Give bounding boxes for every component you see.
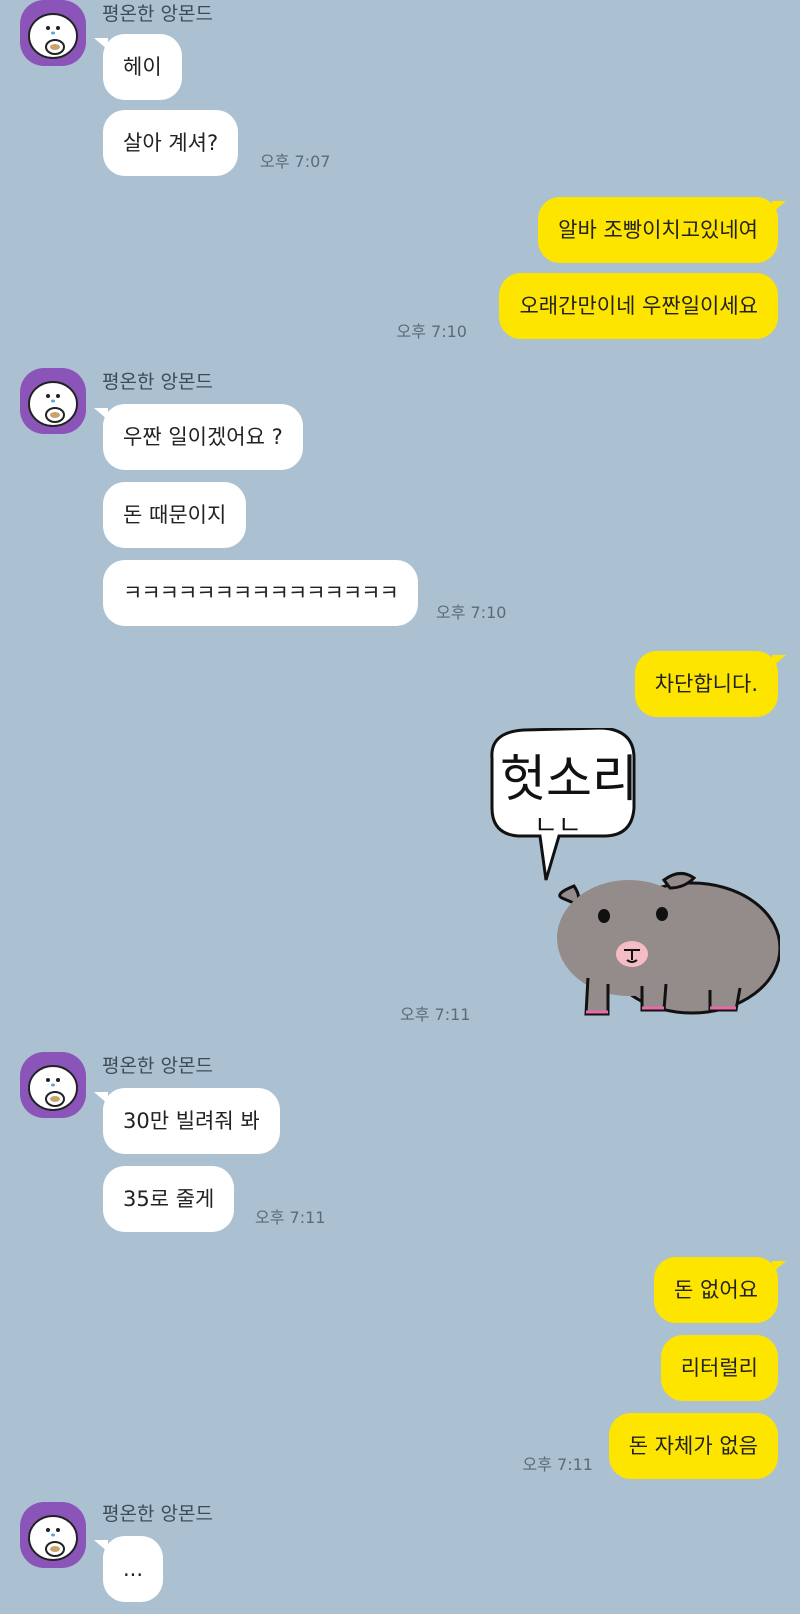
sender-name: 평온한 앙몬드 [102, 1503, 213, 1525]
contact-avatar[interactable] [20, 1502, 86, 1568]
outgoing-message[interactable]: 오래간만이네 우짠일이세요 [499, 273, 778, 339]
incoming-message[interactable]: 돈 때문이지 [103, 482, 247, 548]
message-timestamp: 오후 7:11 [400, 1005, 471, 1024]
incoming-message[interactable]: ... [103, 1536, 164, 1602]
contact-avatar[interactable] [20, 0, 86, 66]
outgoing-message[interactable]: 알바 조빵이치고있네여 [538, 197, 778, 263]
sticker-subcaption: ㄴㄴ [534, 811, 582, 841]
sender-name: 평온한 앙몬드 [102, 3, 213, 25]
outgoing-message[interactable]: 리터럴리 [660, 1335, 778, 1401]
incoming-message[interactable]: 헤이 [103, 34, 182, 100]
incoming-message[interactable]: 30만 빌려줘 봐 [103, 1088, 280, 1154]
message-timestamp: 오후 7:11 [255, 1208, 326, 1227]
contact-avatar[interactable] [20, 368, 86, 434]
contact-avatar[interactable] [20, 1052, 86, 1118]
sticker-image: 헛소리 ㄴㄴ [490, 726, 782, 1016]
seal-character-icon [28, 1065, 78, 1111]
outgoing-message[interactable]: 돈 자체가 없음 [608, 1413, 778, 1479]
outgoing-message[interactable]: 돈 없어요 [654, 1257, 778, 1323]
message-timestamp: 오후 7:11 [522, 1455, 593, 1474]
guinea-pig-sticker[interactable]: 헛소리 ㄴㄴ [484, 726, 782, 1020]
seal-character-icon [28, 381, 78, 427]
sender-name: 평온한 앙몬드 [102, 1055, 213, 1077]
seal-character-icon [28, 1515, 78, 1561]
outgoing-message[interactable]: 차단합니다. [634, 651, 778, 717]
message-timestamp: 오후 7:10 [436, 603, 507, 622]
seal-character-icon [28, 13, 78, 59]
incoming-message[interactable]: 35로 줄게 [103, 1166, 235, 1232]
incoming-message[interactable]: 우짠 일이겠어요 ? [103, 404, 303, 470]
sticker-caption: 헛소리 [500, 750, 638, 808]
sender-name: 평온한 앙몬드 [102, 371, 213, 393]
message-timestamp: 오후 7:07 [260, 152, 331, 171]
incoming-message[interactable]: 살아 계셔? [103, 110, 239, 176]
incoming-message[interactable]: ㅋㅋㅋㅋㅋㅋㅋㅋㅋㅋㅋㅋㅋㅋㅋ [103, 560, 418, 626]
message-timestamp: 오후 7:10 [396, 322, 467, 341]
